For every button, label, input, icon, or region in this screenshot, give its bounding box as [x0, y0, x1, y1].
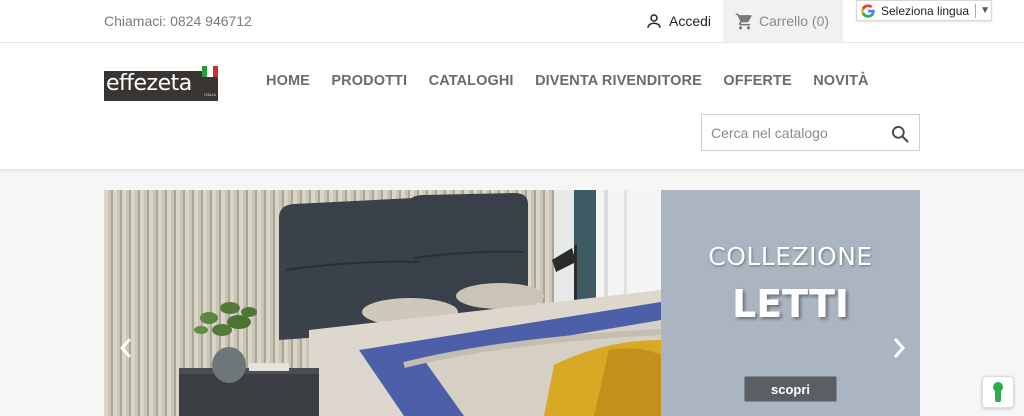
chevron-left-icon[interactable]: [116, 335, 136, 361]
promo-title: LETTI: [731, 282, 850, 326]
cart-label: Carrello (0): [759, 13, 830, 29]
search-input[interactable]: [702, 115, 882, 150]
login-link[interactable]: Accedi: [645, 11, 711, 31]
promo-panel: COLLEZIONE LETTI scopri: [661, 190, 920, 416]
login-label: Accedi: [669, 13, 712, 29]
nav-diventa-rivenditore[interactable]: DIVENTA RIVENDITORE: [535, 73, 702, 89]
nav-cataloghi[interactable]: CATALOGHI: [429, 73, 514, 89]
logo[interactable]: effezeta ITALIA: [104, 66, 218, 101]
language-label: Seleziona lingua: [881, 3, 970, 18]
cart-link[interactable]: Carrello (0): [723, 0, 843, 42]
promo-heading: COLLEZIONE: [708, 242, 873, 271]
keyhole-icon: [993, 382, 1003, 402]
dropdown-arrow-icon: ▼: [980, 5, 990, 16]
search-icon[interactable]: [890, 124, 910, 144]
scopri-button[interactable]: scopri: [744, 376, 837, 402]
nav-home[interactable]: HOME: [266, 73, 310, 89]
person-icon: [647, 14, 661, 28]
privacy-settings-button[interactable]: [982, 376, 1014, 408]
hero-slider: COLLEZIONE LETTI scopri: [104, 190, 920, 416]
top-bar: Chiamaci: 0824 946712 Accedi Carrello (0…: [0, 0, 1024, 43]
italian-flag-icon: [202, 66, 218, 77]
main-header: effezeta ITALIA HOME PRODOTTI CATALOGHI …: [0, 43, 1024, 169]
main-nav: HOME PRODOTTI CATALOGHI DIVENTA RIVENDIT…: [266, 73, 890, 89]
nav-offerte[interactable]: OFFERTE: [723, 73, 791, 89]
logo-sub: ITALIA: [204, 92, 216, 97]
google-icon: [861, 3, 875, 18]
bed-photo: [104, 190, 661, 416]
divider: [975, 3, 977, 18]
language-selector[interactable]: Seleziona lingua ▼: [856, 0, 992, 21]
chevron-right-icon[interactable]: [889, 335, 909, 361]
nav-prodotti[interactable]: PRODOTTI: [331, 73, 407, 89]
logo-text: effezeta: [106, 71, 192, 96]
search-box: [701, 114, 920, 151]
nav-novita[interactable]: NOVITÀ: [813, 73, 868, 89]
phone-number: Chiamaci: 0824 946712: [104, 13, 252, 29]
cart-icon: [735, 13, 752, 29]
